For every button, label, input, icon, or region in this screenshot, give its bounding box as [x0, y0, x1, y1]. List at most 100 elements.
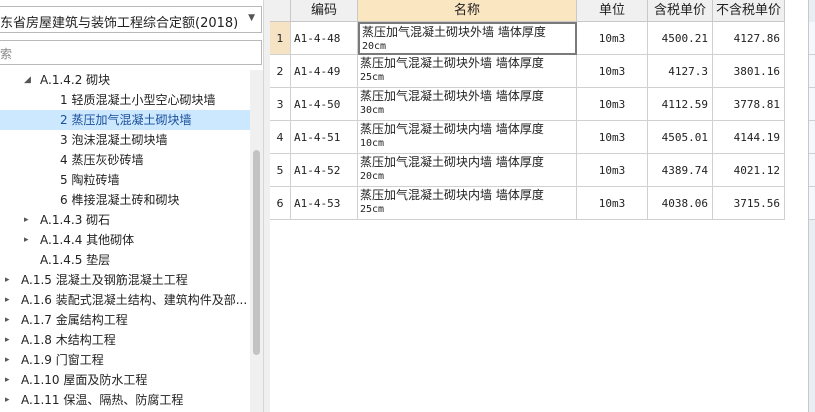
- library-select[interactable]: 东省房屋建筑与装饰工程综合定额(2018) ▼: [0, 6, 262, 33]
- cell-name-line1: 蒸压加气混凝土砌块内墙 墙体厚度: [360, 188, 544, 202]
- tree-item[interactable]: 5 陶粒砖墙: [0, 170, 250, 190]
- row-number[interactable]: 2: [270, 55, 291, 88]
- tree-item-label: A.1.10 屋面及防水工程: [21, 373, 148, 387]
- category-tree: ◢ A.1.4.2 砌块 1 轻质混凝土小型空心砌块墙 2 蒸压加气混凝土砌块墙 3 泡…: [0, 70, 250, 412]
- row-number[interactable]: 1: [270, 22, 291, 55]
- cell-price-notax[interactable]: 4021.12: [713, 154, 785, 187]
- tree-item-label: 5 陶粒砖墙: [60, 173, 120, 187]
- tree-item-label: A.1.11 保温、隔热、防腐工程: [21, 393, 184, 407]
- tree-item-label: 2 蒸压加气混凝土砌块墙: [60, 113, 192, 127]
- caret-right-icon[interactable]: ▸: [5, 350, 10, 370]
- caret-right-icon[interactable]: ▸: [5, 370, 10, 390]
- cell-price-tax[interactable]: 4038.06: [648, 187, 713, 220]
- cell-name[interactable]: 蒸压加气混凝土砌块外墙 墙体厚度 20cm: [358, 22, 577, 55]
- tree-item[interactable]: 4 蒸压灰砂砖墙: [0, 150, 250, 170]
- cell-code[interactable]: A1-4-52: [291, 154, 358, 187]
- cell-code[interactable]: A1-4-48: [291, 22, 358, 55]
- cell-price-tax[interactable]: 4112.59: [648, 88, 713, 121]
- cell-name-line2: 20cm: [360, 171, 385, 182]
- cell-unit[interactable]: 10m3: [577, 154, 648, 187]
- cell-unit[interactable]: 10m3: [577, 121, 648, 154]
- right-panel-edge: [808, 0, 815, 412]
- caret-right-icon[interactable]: ▸: [5, 290, 10, 310]
- cell-price-tax[interactable]: 4389.74: [648, 154, 713, 187]
- cell-unit[interactable]: 10m3: [577, 187, 648, 220]
- cell-price-notax[interactable]: 4127.86: [713, 22, 785, 55]
- cell-code[interactable]: A1-4-53: [291, 187, 358, 220]
- right-panel-band: [809, 187, 815, 220]
- row-number[interactable]: 3: [270, 88, 291, 121]
- cell-name[interactable]: 蒸压加气混凝土砌块内墙 墙体厚度 10cm: [358, 121, 577, 154]
- row-number[interactable]: 5: [270, 154, 291, 187]
- cell-name-line1: 蒸压加气混凝土砌块外墙 墙体厚度: [360, 56, 544, 70]
- tree-item[interactable]: ▸ A.1.4.4 其他砌体: [0, 230, 250, 250]
- caret-right-icon[interactable]: ▸: [24, 230, 29, 250]
- caret-right-icon[interactable]: ▸: [5, 310, 10, 330]
- tree-item[interactable]: ▸ A.1.11 保温、隔热、防腐工程: [0, 390, 250, 410]
- header-unit[interactable]: 单位: [577, 0, 648, 22]
- caret-right-icon[interactable]: ▸: [5, 390, 10, 410]
- cell-name[interactable]: 蒸压加气混凝土砌块外墙 墙体厚度 30cm: [358, 88, 577, 121]
- tree-item[interactable]: ▸ A.1.6 装配式混凝土结构、建筑构件及部...: [0, 290, 250, 310]
- tree-item[interactable]: ▸ A.1.4.3 砌石: [0, 210, 250, 230]
- panel-splitter[interactable]: [263, 0, 270, 412]
- cell-unit[interactable]: 10m3: [577, 88, 648, 121]
- cell-name[interactable]: 蒸压加气混凝土砌块外墙 墙体厚度 25cm: [358, 55, 577, 88]
- tree-item[interactable]: 1 轻质混凝土小型空心砌块墙: [0, 90, 250, 110]
- chevron-down-icon[interactable]: ▼: [248, 13, 255, 23]
- cell-name[interactable]: 蒸压加气混凝土砌块内墙 墙体厚度 20cm: [358, 154, 577, 187]
- tree-scrollbar-thumb[interactable]: [253, 150, 260, 355]
- caret-right-icon[interactable]: ▸: [24, 210, 29, 230]
- tree-item[interactable]: ▸ A.1.8 木结构工程: [0, 330, 250, 350]
- tree-item[interactable]: ▸ A.1.9 门窗工程: [0, 350, 250, 370]
- cell-name-line1: 蒸压加气混凝土砌块外墙 墙体厚度: [360, 89, 544, 103]
- cell-name-line1: 蒸压加气混凝土砌块内墙 墙体厚度: [360, 122, 544, 136]
- cell-name-line2: 25cm: [360, 204, 385, 215]
- right-panel-band: [809, 22, 815, 55]
- tree-item[interactable]: ▸ A.1.5 混凝土及钢筋混凝土工程: [0, 270, 250, 290]
- tree-item-label: A.1.9 门窗工程: [21, 353, 104, 367]
- cell-price-tax[interactable]: 4500.21: [648, 22, 713, 55]
- cell-price-tax[interactable]: 4127.3: [648, 55, 713, 88]
- right-panel-band: [809, 88, 815, 121]
- tree-item-label: A.1.5 混凝土及钢筋混凝土工程: [21, 273, 188, 287]
- tree-item[interactable]: 6 榫接混凝土砖和砌块: [0, 190, 250, 210]
- cell-name[interactable]: 蒸压加气混凝土砌块内墙 墙体厚度 25cm: [358, 187, 577, 220]
- cell-code[interactable]: A1-4-50: [291, 88, 358, 121]
- header-price-tax[interactable]: 含税单价: [648, 0, 713, 22]
- tree-item[interactable]: ▸ A.1.7 金属结构工程: [0, 310, 250, 330]
- row-number[interactable]: 4: [270, 121, 291, 154]
- tree-item[interactable]: ▸ A.1.10 屋面及防水工程: [0, 370, 250, 390]
- right-panel-band: [809, 55, 815, 88]
- tree-item[interactable]: 2 蒸压加气混凝土砌块墙: [0, 110, 250, 130]
- cell-unit[interactable]: 10m3: [577, 55, 648, 88]
- cell-price-tax[interactable]: 4505.01: [648, 121, 713, 154]
- cell-price-notax[interactable]: 3715.56: [713, 187, 785, 220]
- tree-item-label: A.1.6 装配式混凝土结构、建筑构件及部...: [21, 293, 248, 307]
- cell-code[interactable]: A1-4-49: [291, 55, 358, 88]
- right-panel-band: [809, 121, 815, 154]
- library-select-value: 东省房屋建筑与装饰工程综合定额(2018): [0, 16, 239, 31]
- caret-down-icon[interactable]: ◢: [24, 70, 31, 90]
- cell-unit[interactable]: 10m3: [577, 22, 648, 55]
- cell-price-notax[interactable]: 4144.19: [713, 121, 785, 154]
- cell-code[interactable]: A1-4-51: [291, 121, 358, 154]
- tree-item[interactable]: 3 泡沫混凝土砌块墙: [0, 130, 250, 150]
- caret-right-icon[interactable]: ▸: [5, 270, 10, 290]
- tree-item[interactable]: A.1.4.5 垫层: [0, 250, 250, 270]
- cell-price-notax[interactable]: 3778.81: [713, 88, 785, 121]
- header-name[interactable]: 名称: [358, 0, 577, 22]
- header-code[interactable]: 编码: [291, 0, 358, 22]
- tree-item[interactable]: ◢ A.1.4.2 砌块: [0, 70, 250, 90]
- tree-scrollbar[interactable]: [250, 70, 263, 412]
- tree-item-label: 3 泡沫混凝土砌块墙: [60, 133, 168, 147]
- header-price-notax[interactable]: 不含税单价: [713, 0, 785, 22]
- quota-table: 编码 名称 单位 含税单价 不含税单价 1 A1-4-48 蒸压加气混凝土砌块外墙 …: [270, 0, 815, 412]
- header-rownum[interactable]: [270, 0, 291, 22]
- cell-price-notax[interactable]: 3801.16: [713, 55, 785, 88]
- row-number[interactable]: 6: [270, 187, 291, 220]
- tree-item-label: 6 榫接混凝土砖和砌块: [60, 193, 180, 207]
- cell-name-line1: 蒸压加气混凝土砌块外墙 墙体厚度: [362, 25, 546, 39]
- caret-right-icon[interactable]: ▸: [5, 330, 10, 350]
- search-input[interactable]: 索: [0, 40, 262, 65]
